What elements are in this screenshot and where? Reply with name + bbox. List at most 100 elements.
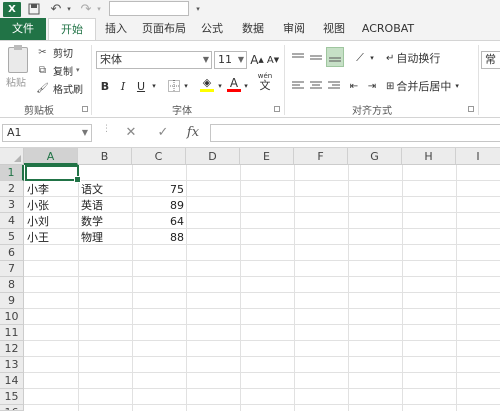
name-box[interactable]: A1 ▼ <box>2 124 92 142</box>
paste-icon[interactable] <box>8 45 28 73</box>
format-painter-button[interactable]: 🖌 格式刷 <box>36 80 83 96</box>
alignment-launcher-icon[interactable] <box>468 106 474 112</box>
orientation-button[interactable]: ⟋ <box>352 49 368 67</box>
column-header-e[interactable]: E <box>240 148 294 165</box>
phonetic-button[interactable]: wén 文 <box>256 72 274 92</box>
row-header[interactable]: 16 <box>0 405 24 411</box>
column-header-a[interactable]: A <box>24 148 78 165</box>
column-header-c[interactable]: C <box>132 148 186 165</box>
spreadsheet-grid[interactable]: A B C D E F G H I 1 2 3 4 5 6 7 8 9 10 1… <box>0 148 500 411</box>
align-center-button[interactable] <box>308 77 324 95</box>
redo-icon[interactable]: ↷ <box>78 2 94 17</box>
row-header[interactable]: 10 <box>0 309 24 325</box>
cell-a5[interactable]: 小王 <box>27 230 77 245</box>
column-header-i[interactable]: I <box>456 148 500 165</box>
cell-a2[interactable]: 小李 <box>27 182 77 197</box>
copy-dropdown-icon[interactable]: ▾ <box>76 66 80 74</box>
excel-logo-icon: X <box>3 2 21 17</box>
grow-font-button[interactable]: A ▲ <box>250 51 264 69</box>
underline-button[interactable]: U <box>134 77 148 95</box>
drag-handle-icon[interactable]: ⋮ <box>102 125 111 139</box>
copy-button[interactable]: ⧉ 复制 ▾ <box>36 62 80 78</box>
fill-color-button[interactable]: ◈ <box>198 75 216 93</box>
quick-access-input[interactable] <box>109 1 189 16</box>
tab-review[interactable]: 审阅 <box>279 18 309 40</box>
cell-c4[interactable]: 64 <box>134 214 184 229</box>
row-header[interactable]: 8 <box>0 277 24 293</box>
shrink-font-button[interactable]: A ▼ <box>266 51 280 69</box>
orientation-dropdown-icon[interactable]: ▾ <box>368 49 376 67</box>
cell-a4[interactable]: 小刘 <box>27 214 77 229</box>
number-format-select[interactable]: 常规 <box>481 51 500 69</box>
active-cell-a1[interactable] <box>25 165 81 183</box>
tab-acrobat[interactable]: ACROBAT <box>358 18 418 40</box>
decrease-indent-button[interactable]: ⇤ <box>346 77 362 95</box>
font-name-select[interactable]: 宋体 ▼ <box>96 51 212 69</box>
column-header-g[interactable]: G <box>348 148 402 165</box>
insert-function-icon[interactable]: fx <box>184 123 202 143</box>
row-header[interactable]: 3 <box>0 197 24 213</box>
tab-formulas[interactable]: 公式 <box>197 18 227 40</box>
cell-b5[interactable]: 物理 <box>81 230 131 245</box>
column-header-f[interactable]: F <box>294 148 348 165</box>
increase-indent-button[interactable]: ⇥ <box>364 77 380 95</box>
font-size-select[interactable]: 11 ▼ <box>214 51 247 69</box>
select-all-button[interactable] <box>0 148 24 165</box>
row-header[interactable]: 9 <box>0 293 24 309</box>
customize-qat-icon[interactable]: ▾ <box>193 2 203 16</box>
merge-center-button[interactable]: ⊞ 合并后居中 ▾ <box>386 77 474 95</box>
row-header[interactable]: 7 <box>0 261 24 277</box>
row-header[interactable]: 2 <box>0 181 24 197</box>
align-bottom-button[interactable] <box>326 47 344 67</box>
row-header[interactable]: 15 <box>0 389 24 405</box>
font-color-button[interactable]: A <box>226 75 242 93</box>
save-icon[interactable] <box>26 2 42 16</box>
row-header[interactable]: 11 <box>0 325 24 341</box>
row-header[interactable]: 1 <box>0 165 24 181</box>
clipboard-launcher-icon[interactable] <box>82 106 88 112</box>
align-right-button[interactable] <box>326 77 342 95</box>
cell-c2[interactable]: 75 <box>134 182 184 197</box>
font-color-dropdown-icon[interactable]: ▾ <box>242 77 250 95</box>
bold-button[interactable]: B <box>98 77 112 95</box>
align-left-button[interactable] <box>290 77 306 95</box>
font-launcher-icon[interactable] <box>274 106 280 112</box>
cell-a3[interactable]: 小张 <box>27 198 77 213</box>
row-header[interactable]: 12 <box>0 341 24 357</box>
cancel-icon[interactable]: ✕ <box>122 123 140 143</box>
tab-view[interactable]: 视图 <box>319 18 349 40</box>
fill-color-dropdown-icon[interactable]: ▾ <box>216 77 224 95</box>
redo-dropdown-icon[interactable]: ▾ <box>94 2 104 16</box>
formula-input[interactable] <box>210 124 500 142</box>
cell-b4[interactable]: 数学 <box>81 214 131 229</box>
align-middle-button[interactable] <box>308 49 324 67</box>
italic-button[interactable]: I <box>116 77 130 95</box>
column-header-b[interactable]: B <box>78 148 132 165</box>
tab-data[interactable]: 数据 <box>238 18 268 40</box>
cell-c3[interactable]: 89 <box>134 198 184 213</box>
row-header[interactable]: 13 <box>0 357 24 373</box>
borders-button[interactable] <box>166 77 182 95</box>
row-header[interactable]: 5 <box>0 229 24 245</box>
tab-page-layout[interactable]: 页面布局 <box>138 18 190 40</box>
row-header[interactable]: 14 <box>0 373 24 389</box>
cell-b2[interactable]: 语文 <box>81 182 131 197</box>
underline-dropdown-icon[interactable]: ▾ <box>150 77 158 95</box>
tab-file[interactable]: 文件 <box>0 18 46 40</box>
align-top-button[interactable] <box>290 49 306 67</box>
undo-icon[interactable]: ↶ <box>48 2 64 17</box>
borders-dropdown-icon[interactable]: ▾ <box>182 77 190 95</box>
paste-button[interactable]: 粘贴 <box>6 74 26 89</box>
tab-insert[interactable]: 插入 <box>101 18 131 40</box>
cell-b3[interactable]: 英语 <box>81 198 131 213</box>
enter-icon[interactable]: ✓ <box>154 123 172 143</box>
column-header-h[interactable]: H <box>402 148 456 165</box>
cell-c5[interactable]: 88 <box>134 230 184 245</box>
wrap-text-button[interactable]: ↵ 自动换行 <box>386 49 450 67</box>
row-header[interactable]: 4 <box>0 213 24 229</box>
undo-dropdown-icon[interactable]: ▾ <box>64 2 74 16</box>
column-header-d[interactable]: D <box>186 148 240 165</box>
cut-button[interactable]: ✂ 剪切 <box>36 44 73 60</box>
row-header[interactable]: 6 <box>0 245 24 261</box>
tab-home[interactable]: 开始 <box>48 18 96 41</box>
